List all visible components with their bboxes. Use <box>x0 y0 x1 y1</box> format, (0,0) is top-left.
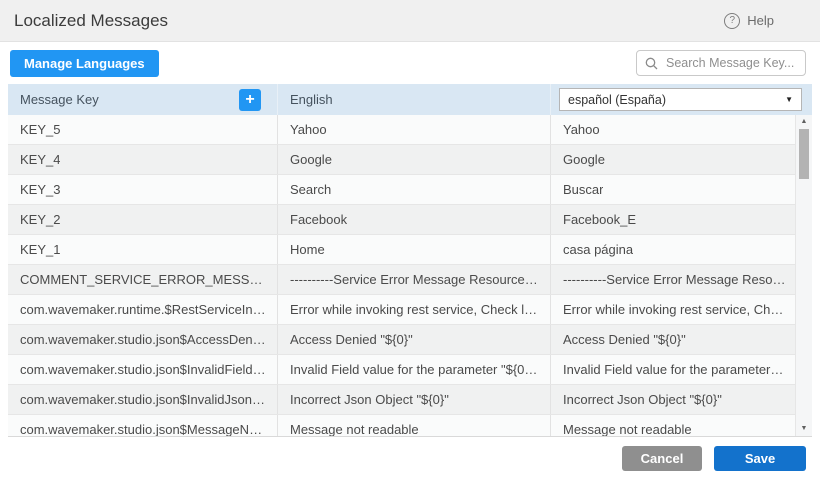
english-cell: Yahoo <box>277 115 550 144</box>
message-key-cell: com.wavemaker.studio.json$MessageNot... <box>8 415 277 437</box>
message-key-cell: com.wavemaker.studio.json$InvalidJsonO..… <box>8 385 277 414</box>
english-cell: Google <box>277 145 550 174</box>
table-row[interactable]: KEY_4 Google Google <box>8 145 812 175</box>
spanish-cell: Error while invoking rest service, Check… <box>550 295 812 324</box>
table-row[interactable]: KEY_2 Facebook Facebook_E <box>8 205 812 235</box>
scrollbar-thumb[interactable] <box>799 129 809 179</box>
search-input[interactable] <box>664 55 797 71</box>
footer: Cancel Save <box>0 437 820 487</box>
column-header-english: English <box>277 84 550 115</box>
language-select[interactable]: español (España) ▼ <box>559 88 802 111</box>
table-row[interactable]: com.wavemaker.runtime.$RestServiceInv...… <box>8 295 812 325</box>
spanish-cell: Google <box>550 145 812 174</box>
column-header-english-label: English <box>290 92 333 107</box>
message-key-cell: com.wavemaker.runtime.$RestServiceInv... <box>8 295 277 324</box>
english-cell: Facebook <box>277 205 550 234</box>
table-row[interactable]: COMMENT_SERVICE_ERROR_MESSAGES ---------… <box>8 265 812 295</box>
save-button[interactable]: Save <box>714 446 806 471</box>
spanish-cell: Yahoo <box>550 115 812 144</box>
table-row[interactable]: KEY_1 Home casa página <box>8 235 812 265</box>
spanish-cell: ----------Service Error Message Resource… <box>550 265 812 294</box>
column-header-message-key: Message Key + <box>8 84 277 115</box>
spanish-cell: Message not readable <box>550 415 812 437</box>
grid-body: KEY_5 Yahoo Yahoo KEY_4 Google Google KE… <box>8 115 812 437</box>
help-link[interactable]: ? Help <box>724 13 774 29</box>
english-cell: Error while invoking rest service, Check… <box>277 295 550 324</box>
message-key-cell: KEY_1 <box>8 235 277 264</box>
message-key-cell: KEY_5 <box>8 115 277 144</box>
manage-languages-button[interactable]: Manage Languages <box>10 50 159 77</box>
table-row[interactable]: KEY_3 Search Buscar <box>8 175 812 205</box>
cancel-button[interactable]: Cancel <box>622 446 702 471</box>
table-row[interactable]: com.wavemaker.studio.json$InvalidJsonO..… <box>8 385 812 415</box>
table-row[interactable]: com.wavemaker.studio.json$AccessDenied A… <box>8 325 812 355</box>
message-key-cell: com.wavemaker.studio.json$AccessDenied <box>8 325 277 354</box>
grid-rows: KEY_5 Yahoo Yahoo KEY_4 Google Google KE… <box>8 115 812 437</box>
table-row[interactable]: com.wavemaker.studio.json$InvalidFieldV.… <box>8 355 812 385</box>
page-title: Localized Messages <box>14 11 168 31</box>
spanish-cell: Facebook_E <box>550 205 812 234</box>
english-cell: ----------Service Error Message Resource… <box>277 265 550 294</box>
english-cell: Search <box>277 175 550 204</box>
add-message-key-button[interactable]: + <box>239 89 261 111</box>
title-bar: Localized Messages ? Help <box>0 0 820 42</box>
english-cell: Home <box>277 235 550 264</box>
chevron-down-icon: ▼ <box>785 95 793 104</box>
spanish-cell: Buscar <box>550 175 812 204</box>
help-icon: ? <box>724 13 740 29</box>
scroll-down-icon[interactable]: ▼ <box>796 422 812 436</box>
english-cell: Message not readable <box>277 415 550 437</box>
language-select-value: español (España) <box>568 93 666 107</box>
english-cell: Incorrect Json Object "${0}" <box>277 385 550 414</box>
grid-header: Message Key + English español (España) ▼ <box>8 84 812 115</box>
table-row[interactable]: com.wavemaker.studio.json$MessageNot... … <box>8 415 812 437</box>
message-key-cell: KEY_4 <box>8 145 277 174</box>
spanish-cell: Access Denied "${0}" <box>550 325 812 354</box>
search-icon <box>645 57 658 70</box>
message-key-cell: com.wavemaker.studio.json$InvalidFieldV.… <box>8 355 277 384</box>
message-key-cell: KEY_3 <box>8 175 277 204</box>
spanish-cell: Incorrect Json Object "${0}" <box>550 385 812 414</box>
column-header-language: español (España) ▼ <box>550 84 812 115</box>
message-key-cell: COMMENT_SERVICE_ERROR_MESSAGES <box>8 265 277 294</box>
vertical-scrollbar[interactable]: ▲ ▼ <box>795 115 812 436</box>
column-header-message-key-label: Message Key <box>20 92 99 107</box>
help-label: Help <box>747 13 774 28</box>
messages-grid: Message Key + English español (España) ▼… <box>8 84 812 437</box>
english-cell: Access Denied "${0}" <box>277 325 550 354</box>
spanish-cell: Invalid Field value for the parameter "$… <box>550 355 812 384</box>
toolbar: Manage Languages <box>0 42 820 84</box>
table-row[interactable]: KEY_5 Yahoo Yahoo <box>8 115 812 145</box>
scroll-up-icon[interactable]: ▲ <box>796 115 812 129</box>
message-key-cell: KEY_2 <box>8 205 277 234</box>
spanish-cell: casa página <box>550 235 812 264</box>
english-cell: Invalid Field value for the parameter "$… <box>277 355 550 384</box>
search-box <box>636 50 806 76</box>
